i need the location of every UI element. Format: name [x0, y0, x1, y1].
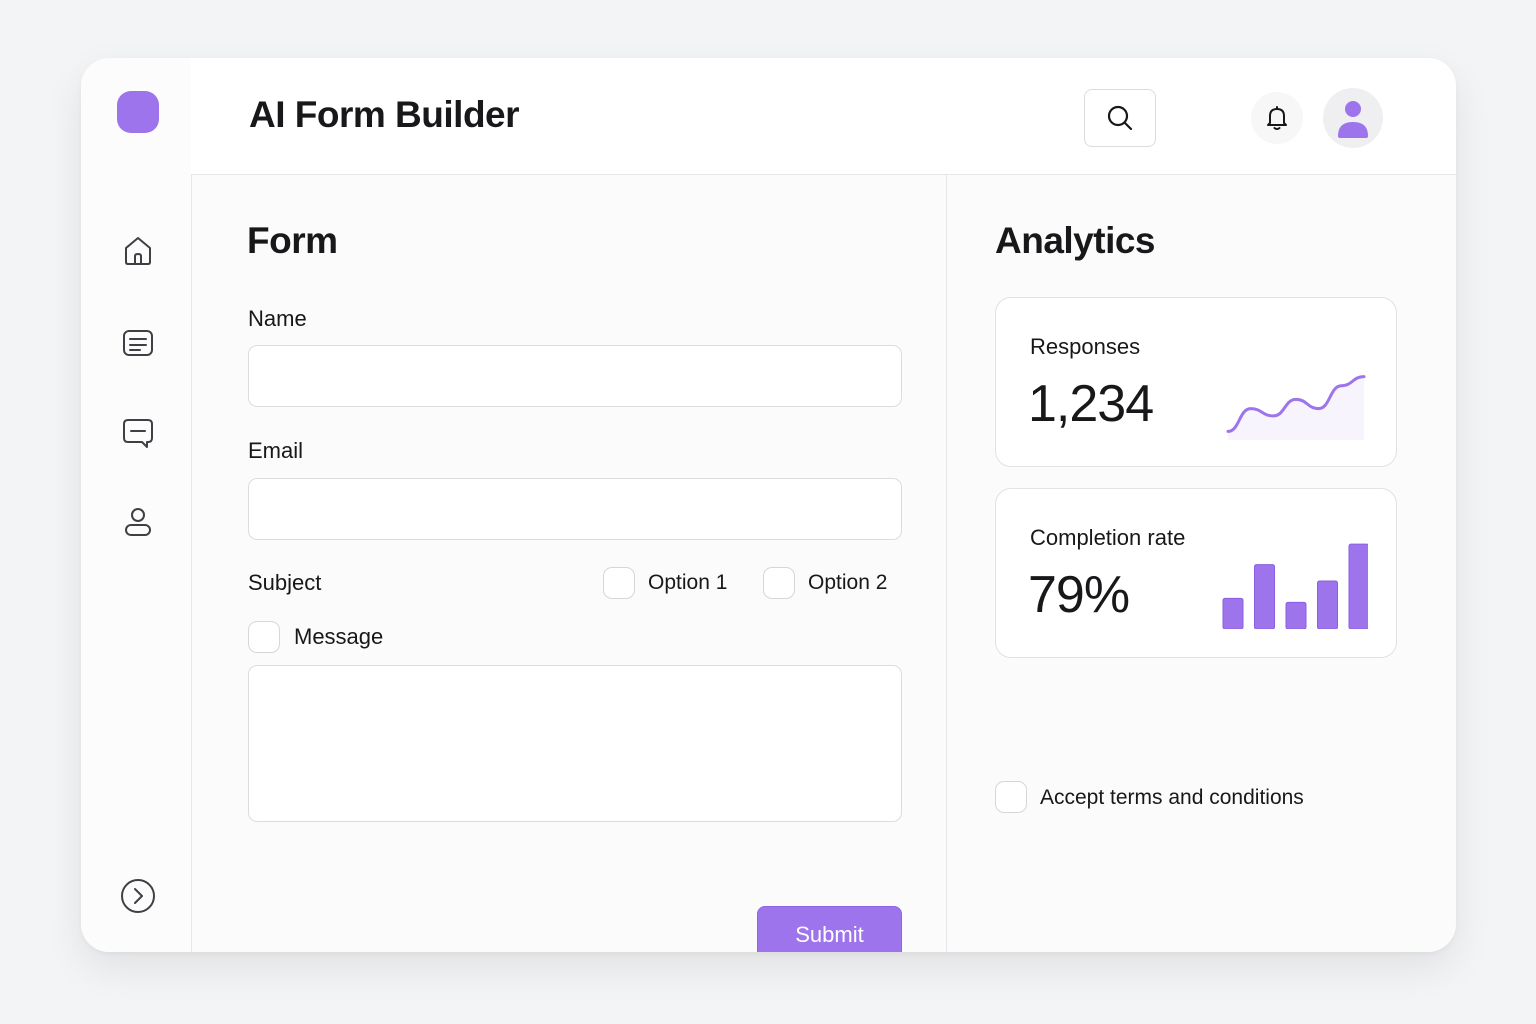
completion-bar — [1317, 580, 1338, 629]
email-field[interactable] — [248, 478, 902, 540]
avatar-user-icon — [1338, 101, 1368, 138]
form-title: Form — [247, 220, 338, 261]
app-title: AI Form Builder — [249, 94, 520, 135]
form-panel: Form Name Email Subject Option 1 Option … — [191, 175, 946, 952]
option2-label: Option 2 — [808, 571, 888, 594]
completion-card: Completion rate 79% — [995, 488, 1397, 658]
top-bar: AI Form Builder — [191, 58, 1456, 175]
notifications-button[interactable] — [1251, 92, 1303, 144]
completion-bar — [1254, 564, 1275, 629]
sidebar-item-profile[interactable] — [118, 501, 158, 541]
expand-arrow-icon — [121, 879, 155, 913]
sidebar-item-forms[interactable] — [118, 323, 158, 363]
search-icon — [1107, 105, 1133, 131]
bell-icon — [1267, 106, 1287, 130]
name-field[interactable] — [248, 345, 902, 407]
option1-label: Option 1 — [648, 571, 728, 594]
responses-value: 1,234 — [1028, 375, 1154, 433]
terms-label: Accept terms and conditions — [1040, 786, 1304, 809]
terms-checkbox[interactable] — [995, 781, 1027, 813]
responses-card: Responses 1,234 — [995, 297, 1397, 467]
message-checkbox[interactable] — [248, 621, 280, 653]
responses-label: Responses — [1030, 334, 1141, 359]
completion-bar — [1285, 601, 1307, 629]
completion-bar-chart — [1222, 543, 1368, 629]
app-logo — [117, 91, 159, 133]
message-label: Message — [294, 624, 384, 649]
user-icon — [125, 508, 151, 536]
sidebar-item-home[interactable] — [118, 230, 158, 270]
message-textarea[interactable] — [248, 665, 902, 822]
sidebar — [81, 58, 192, 952]
user-avatar[interactable] — [1323, 88, 1383, 148]
forms-list-icon — [123, 330, 153, 356]
messages-icon — [123, 419, 153, 448]
option2-checkbox[interactable] — [763, 567, 795, 599]
sidebar-expand-button[interactable] — [118, 876, 158, 916]
analytics-title: Analytics — [995, 220, 1156, 261]
submit-button[interactable]: Submit — [757, 906, 902, 952]
option1-checkbox[interactable] — [603, 567, 635, 599]
completion-value: 79% — [1028, 566, 1130, 624]
responses-sparkline — [1226, 375, 1366, 440]
completion-bar — [1348, 543, 1368, 629]
home-icon — [125, 237, 151, 265]
completion-label: Completion rate — [1030, 525, 1186, 550]
name-label: Name — [248, 306, 307, 331]
sidebar-item-messages[interactable] — [118, 413, 158, 453]
completion-bar — [1222, 597, 1244, 629]
email-label: Email — [248, 438, 304, 463]
app-window: AI Form Builder Form Name Email Subject … — [81, 58, 1456, 952]
subject-label: Subject — [248, 570, 322, 595]
search-button[interactable] — [1084, 89, 1156, 147]
analytics-panel: Analytics Responses 1,234 Completion rat… — [947, 175, 1456, 952]
